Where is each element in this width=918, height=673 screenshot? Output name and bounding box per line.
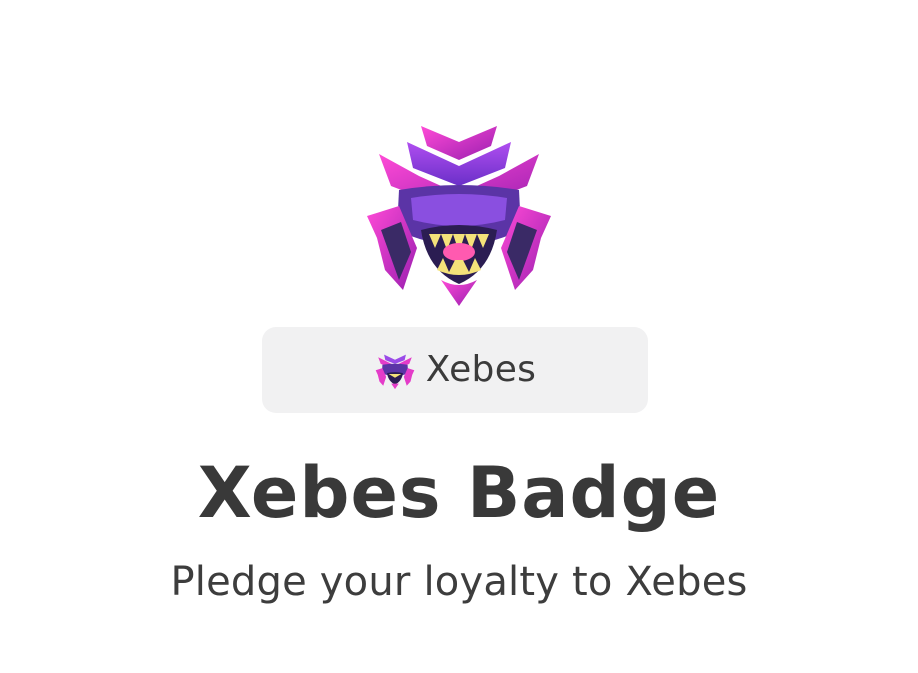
- xebes-mini-emblem-icon: [374, 350, 416, 390]
- badge-title: Xebes Badge: [197, 452, 721, 534]
- xebes-emblem-icon: [359, 120, 559, 310]
- guild-tag-label: Xebes: [425, 349, 537, 390]
- badge-subtitle: Pledge your loyalty to Xebes: [170, 559, 748, 605]
- guild-tag: Xebes: [262, 327, 648, 413]
- xebes-emblem-graphic: [367, 126, 551, 306]
